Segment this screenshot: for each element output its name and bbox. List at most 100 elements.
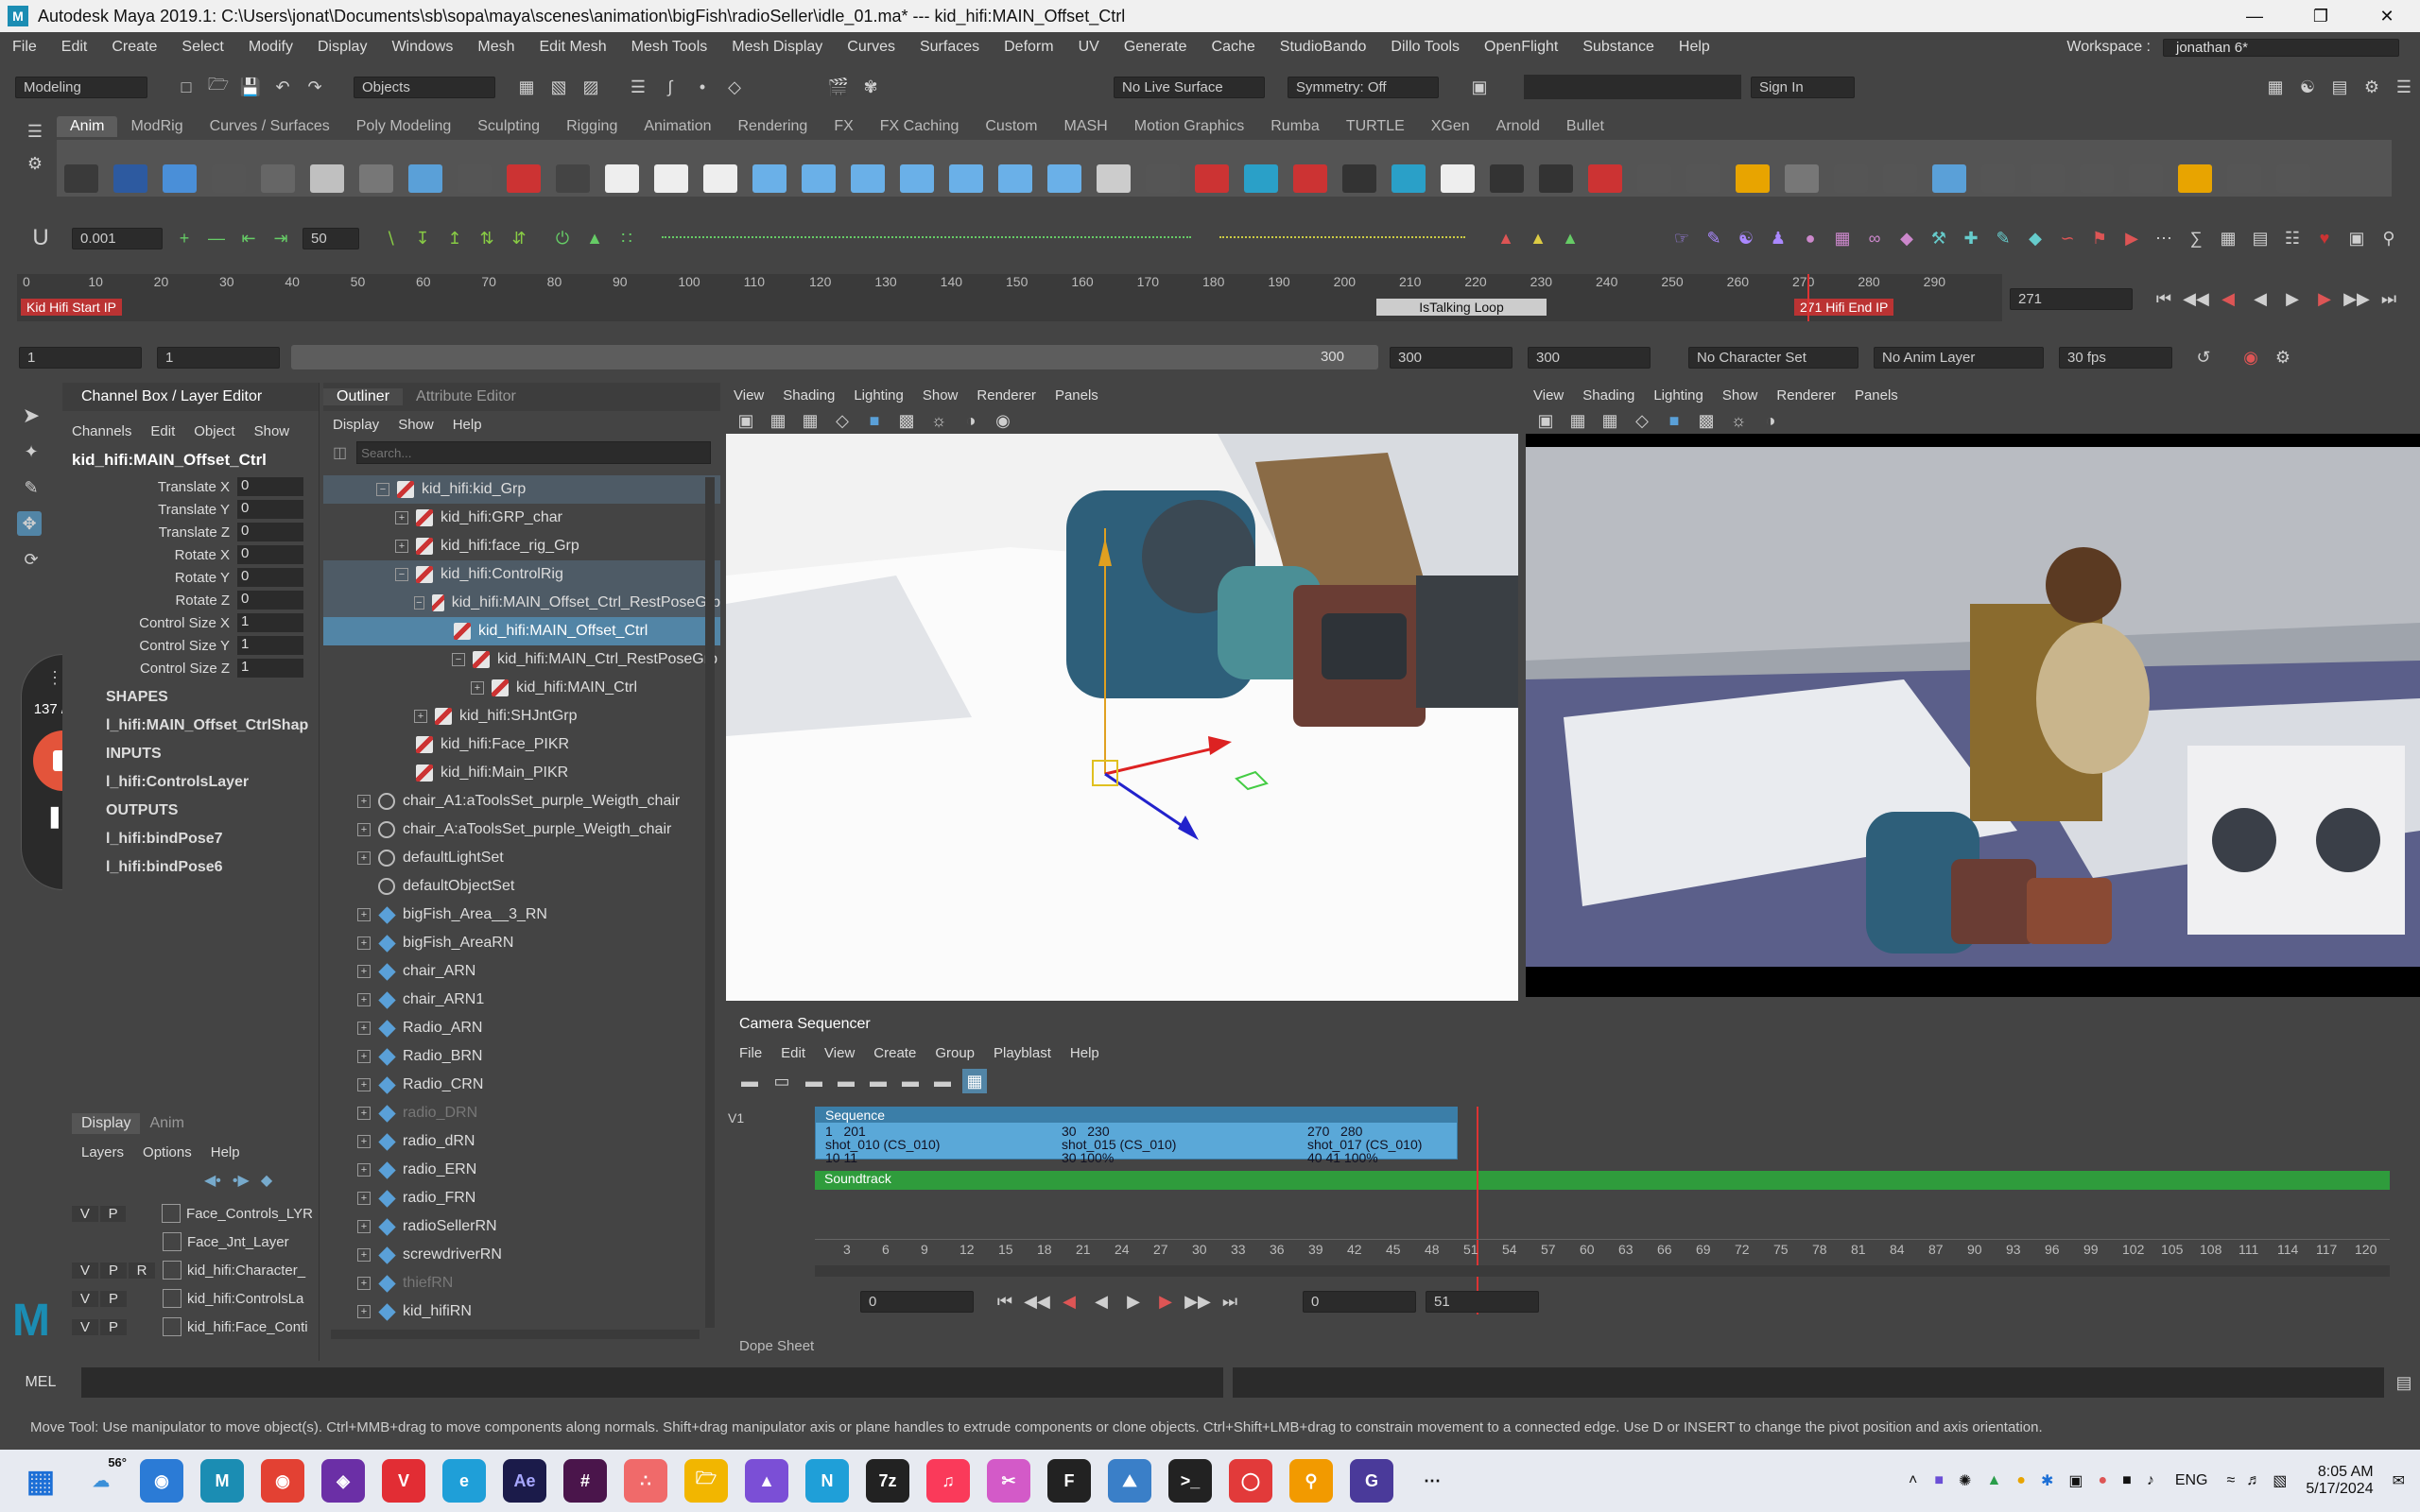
channel-value[interactable]: 0 (237, 477, 303, 496)
layer-row[interactable]: V P Face_Controls_LYR (72, 1199, 313, 1228)
textured-icon[interactable]: ▩ (1694, 408, 1719, 433)
shot-clip[interactable]: 30 230 shot_015 (CS_010) 30 100% (1062, 1125, 1176, 1164)
menu-uv[interactable]: UV (1066, 39, 1112, 56)
playback-start-field[interactable]: 1 (157, 346, 280, 369)
playhead[interactable] (1807, 274, 1809, 321)
attribute-editor-icon[interactable]: ▤ (2327, 75, 2352, 99)
shelf-button[interactable]: SpSh (1040, 153, 1089, 197)
shelf-button[interactable]: selLocat (2220, 153, 2269, 197)
shelf-button[interactable] (155, 140, 204, 197)
outliner-item[interactable]: − kid_hifi:ControlRig (323, 560, 720, 589)
camera-icon[interactable]: ▶ (2119, 226, 2144, 250)
clock[interactable]: 8:05 AM 5/17/2024 (2306, 1464, 2373, 1498)
snap-grid-icon[interactable]: ☰ (626, 75, 650, 99)
channel-section[interactable]: SHAPES (106, 683, 319, 712)
expand-toggle-icon[interactable]: + (357, 851, 371, 865)
track-icon[interactable]: ▬ (898, 1069, 923, 1093)
select-tool-icon[interactable]: ☞ (1669, 226, 1694, 250)
shelf-button[interactable] (1187, 140, 1236, 197)
7zip-icon[interactable]: 7z (866, 1459, 909, 1503)
lights-icon[interactable]: ☼ (1726, 408, 1751, 433)
layer-tab-display[interactable]: Display (72, 1113, 141, 1134)
power-icon[interactable]: ⏻ (550, 226, 575, 250)
outliner-item[interactable]: + defaultLightSet (323, 844, 720, 872)
shelf-button[interactable]: Mask (499, 153, 548, 197)
yellow-slider[interactable] (1219, 236, 1465, 240)
shelf-button[interactable]: Outl (942, 153, 991, 197)
selection-mode-dropdown[interactable]: Objects (354, 76, 495, 98)
loop-icon[interactable]: ↺ (2191, 345, 2216, 369)
channel-section[interactable]: l_hifi:bindPose6 (106, 853, 319, 882)
expand-toggle-icon[interactable]: + (357, 1022, 371, 1035)
volume-icon[interactable]: ♬ (2246, 1472, 2261, 1489)
shelf-tab-arnold[interactable]: Arnold (1483, 116, 1553, 137)
viewport-menu-item[interactable]: View (1524, 387, 1573, 404)
seq-current-field[interactable]: 0 (1303, 1290, 1416, 1313)
shelf-tab-curves[interactable]: Curves / Surfaces (197, 116, 343, 137)
layer-tab-anim[interactable]: Anim (140, 1113, 193, 1134)
sequencer-scrollbar[interactable] (815, 1265, 2390, 1277)
channel-section[interactable]: INPUTS (106, 740, 319, 768)
comment-icon[interactable]: ✎ (1702, 226, 1726, 250)
google-drive-icon[interactable]: ▲ (1986, 1472, 2001, 1489)
key-down-icon[interactable]: ↧ (410, 226, 435, 250)
shelf-button[interactable]: selMAIN (1581, 153, 1630, 197)
track-icon[interactable]: ▬ (930, 1069, 955, 1093)
outliner-item[interactable]: kid_hifi:Face_PIKR (323, 730, 720, 759)
expand-toggle-icon[interactable]: + (395, 540, 408, 553)
minimize-icon[interactable]: — (2221, 7, 2288, 26)
cube-icon[interactable]: ▣ (2344, 226, 2369, 250)
shelf-tab-rigging[interactable]: Rigging (553, 116, 631, 137)
shelf-button[interactable]: Hshd (696, 153, 745, 197)
asana-icon[interactable]: ∴ (624, 1459, 667, 1503)
shadows-icon[interactable]: ◑ (1758, 408, 1783, 433)
layer-move-down-icon[interactable]: •▶ (233, 1171, 250, 1190)
brush-icon[interactable]: ✎ (1991, 226, 2015, 250)
soundtrack-track[interactable]: Soundtrack (815, 1171, 2390, 1190)
menu-studiobando[interactable]: StudioBando (1268, 39, 1379, 56)
go-to-start-icon[interactable]: ⏮ (2152, 286, 2176, 311)
layer-row[interactable]: V Pkid_hifi:Face_Conti (72, 1313, 313, 1341)
wifi-icon[interactable]: ≈ (2227, 1472, 2236, 1489)
sphere-icon[interactable]: ● (1798, 226, 1823, 250)
viewport-menu-item[interactable]: Shading (1573, 387, 1644, 404)
layers-menu[interactable]: Layers (72, 1144, 133, 1160)
expand-toggle-icon[interactable]: + (357, 823, 371, 836)
anim-prefs-icon[interactable]: ⚙ (2271, 345, 2295, 369)
layer-color-swatch[interactable] (163, 1261, 182, 1280)
select-object-icon[interactable]: ▧ (546, 75, 571, 99)
shelf-button[interactable]: rand (548, 153, 597, 197)
after-effects-icon[interactable]: Ae (503, 1459, 546, 1503)
lasso-tool-icon[interactable]: ✦ (19, 439, 43, 464)
menu-curves[interactable]: Curves (835, 39, 908, 56)
expand-toggle-icon[interactable]: + (414, 710, 427, 723)
shelf-tab-custom[interactable]: Custom (972, 116, 1050, 137)
anim-layer-dropdown[interactable]: No Anim Layer (1874, 346, 2044, 369)
channel-section[interactable]: OUTPUTS (106, 797, 319, 825)
channel-value[interactable]: 1 (237, 636, 303, 655)
range-slider[interactable]: 300 (291, 345, 1378, 369)
shelf-button[interactable]: pbVis (2269, 153, 2318, 197)
curve-icon[interactable]: ∽ (2055, 226, 2080, 250)
menu-windows[interactable]: Windows (379, 39, 465, 56)
shelf-button[interactable] (1876, 140, 1925, 197)
itunes-icon[interactable]: ♫ (926, 1459, 970, 1503)
channel-row[interactable]: Rotate X 0 (62, 543, 319, 566)
menu-object[interactable]: Object (184, 423, 244, 439)
windows-start-icon[interactable]: ▦ (19, 1459, 62, 1503)
outliner-item[interactable]: + Radio_CRN (323, 1071, 720, 1099)
viewport-scene-1[interactable] (726, 434, 1518, 1001)
smooth-shade-icon[interactable]: ■ (1662, 408, 1686, 433)
workspace-dropdown[interactable]: jonathan 6* (2163, 38, 2399, 57)
shelf-button[interactable]: ge setti (2023, 153, 2072, 197)
onenote-icon[interactable]: N (805, 1459, 849, 1503)
start-marker[interactable]: Kid Hifi Start IP (21, 299, 122, 316)
menu-create[interactable]: Create (99, 39, 169, 56)
step-forward-icon[interactable]: ▶ (2312, 286, 2337, 311)
shelf-button[interactable]: rm_DCF (1531, 153, 1581, 197)
tray-app-icon[interactable]: ● (2098, 1472, 2107, 1489)
channel-value[interactable]: 0 (237, 545, 303, 564)
wireframe-icon[interactable]: ◇ (1630, 408, 1654, 433)
sequencer-menu-item[interactable]: Playblast (984, 1045, 1061, 1061)
track-icon[interactable]: ▬ (802, 1069, 826, 1093)
